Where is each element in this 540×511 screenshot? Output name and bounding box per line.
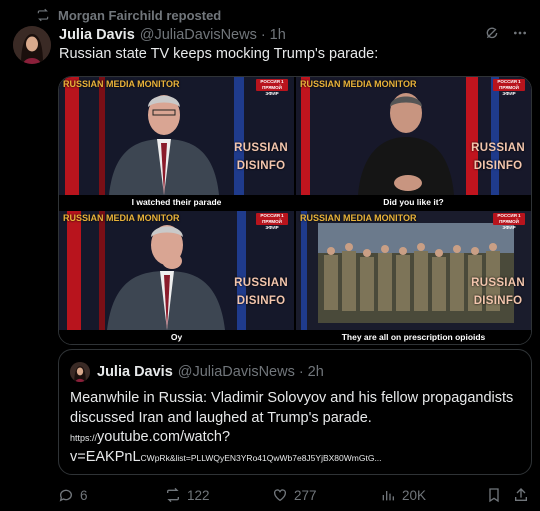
media-caption: They are all on prescription opioids — [296, 330, 531, 344]
bookmark-button[interactable] — [486, 487, 502, 503]
share-button[interactable] — [513, 487, 529, 503]
media-panel-3[interactable]: RUSSIAN MEDIA MONITOR РОССИЯ 1 ПРЯМОЙ ЭФИ… — [59, 211, 294, 344]
tweet-header: Julia Davis @JuliaDavisNews · 1h — [59, 25, 530, 45]
quote-time: 2h — [307, 364, 324, 380]
reply-icon — [59, 489, 72, 502]
quote-text: Meanwhile in Russia: Vladimir Solovyov a… — [70, 390, 514, 426]
share-icon — [515, 488, 527, 501]
disinfo-watermark: RUSSIAN DISINFO — [471, 277, 525, 307]
author-handle[interactable]: @JuliaDavisNews — [140, 27, 257, 43]
repost-icon — [37, 8, 49, 22]
monitor-tag: RUSSIAN MEDIA MONITOR — [300, 79, 417, 89]
reply-count: 6 — [80, 487, 88, 503]
media-caption: I watched their parade — [59, 195, 294, 209]
quote-author-name: Julia Davis — [97, 364, 173, 380]
media-panel-1[interactable]: RUSSIAN MEDIA MONITOR РОССИЯ 1 ПРЯМОЙ ЭФИ… — [59, 77, 294, 209]
tweet-time[interactable]: 1h — [270, 27, 286, 43]
more-icon[interactable] — [512, 25, 528, 41]
repost-text: Morgan Fairchild reposted — [58, 7, 222, 23]
action-bar: 6 122 277 20K — [58, 487, 530, 503]
quote-header: Julia Davis @JuliaDavisNews · 2h — [70, 362, 324, 382]
channel-logo: РОССИЯ 1 ПРЯМОЙ ЭФИР — [493, 79, 525, 96]
like-button[interactable]: 277 — [272, 487, 317, 503]
like-count: 277 — [294, 487, 317, 503]
tweet-text: Russian state TV keeps mocking Trump's p… — [59, 46, 379, 62]
quote-author-handle: @JuliaDavisNews — [177, 364, 295, 380]
disinfo-watermark: RUSSIAN DISINFO — [234, 277, 288, 307]
monitor-tag: RUSSIAN MEDIA MONITOR — [63, 79, 180, 89]
repost-indicator[interactable]: Morgan Fairchild reposted — [36, 6, 221, 24]
author-name[interactable]: Julia Davis — [59, 27, 135, 43]
media-caption: Oy — [59, 330, 294, 344]
media-panel-2[interactable]: RUSSIAN MEDIA MONITOR РОССИЯ 1 ПРЯМОЙ ЭФИ… — [296, 77, 531, 209]
author-avatar[interactable] — [13, 26, 51, 64]
channel-logo: РОССИЯ 1 ПРЯМОЙ ЭФИР — [493, 213, 525, 230]
channel-logo: РОССИЯ 1 ПРЯМОЙ ЭФИР — [256, 213, 288, 230]
quoted-tweet[interactable]: Julia Davis @JuliaDavisNews · 2h Meanwhi… — [58, 349, 532, 475]
media-panel-4[interactable]: RUSSIAN MEDIA MONITOR РОССИЯ 1 ПРЯМОЙ ЭФИ… — [296, 211, 531, 344]
quote-link[interactable]: https://youtube.com/watch? v=EAKPnLCWpRk… — [70, 428, 523, 468]
separator-dot: · — [298, 364, 304, 380]
quote-author-avatar — [70, 362, 90, 382]
disinfo-watermark: RUSSIAN DISINFO — [471, 142, 525, 172]
channel-logo: РОССИЯ 1 ПРЯМОЙ ЭФИР — [256, 79, 288, 96]
repost-button[interactable]: 122 — [165, 487, 210, 503]
grok-icon[interactable] — [484, 25, 500, 41]
disinfo-watermark: RUSSIAN DISINFO — [234, 142, 288, 172]
heart-icon — [274, 489, 286, 502]
reply-button[interactable]: 6 — [58, 487, 88, 503]
monitor-tag: RUSSIAN MEDIA MONITOR — [63, 213, 180, 223]
monitor-tag: RUSSIAN MEDIA MONITOR — [300, 213, 417, 223]
bookmark-icon — [489, 488, 499, 503]
media-grid[interactable]: RUSSIAN MEDIA MONITOR РОССИЯ 1 ПРЯМОЙ ЭФИ… — [58, 76, 532, 345]
repost-icon — [167, 487, 179, 503]
separator-dot: · — [260, 27, 266, 43]
views-button[interactable]: 20K — [380, 487, 426, 503]
views-icon — [382, 491, 394, 501]
repost-count: 122 — [187, 487, 210, 503]
media-caption: Did you like it? — [296, 195, 531, 209]
views-count: 20K — [402, 487, 427, 503]
